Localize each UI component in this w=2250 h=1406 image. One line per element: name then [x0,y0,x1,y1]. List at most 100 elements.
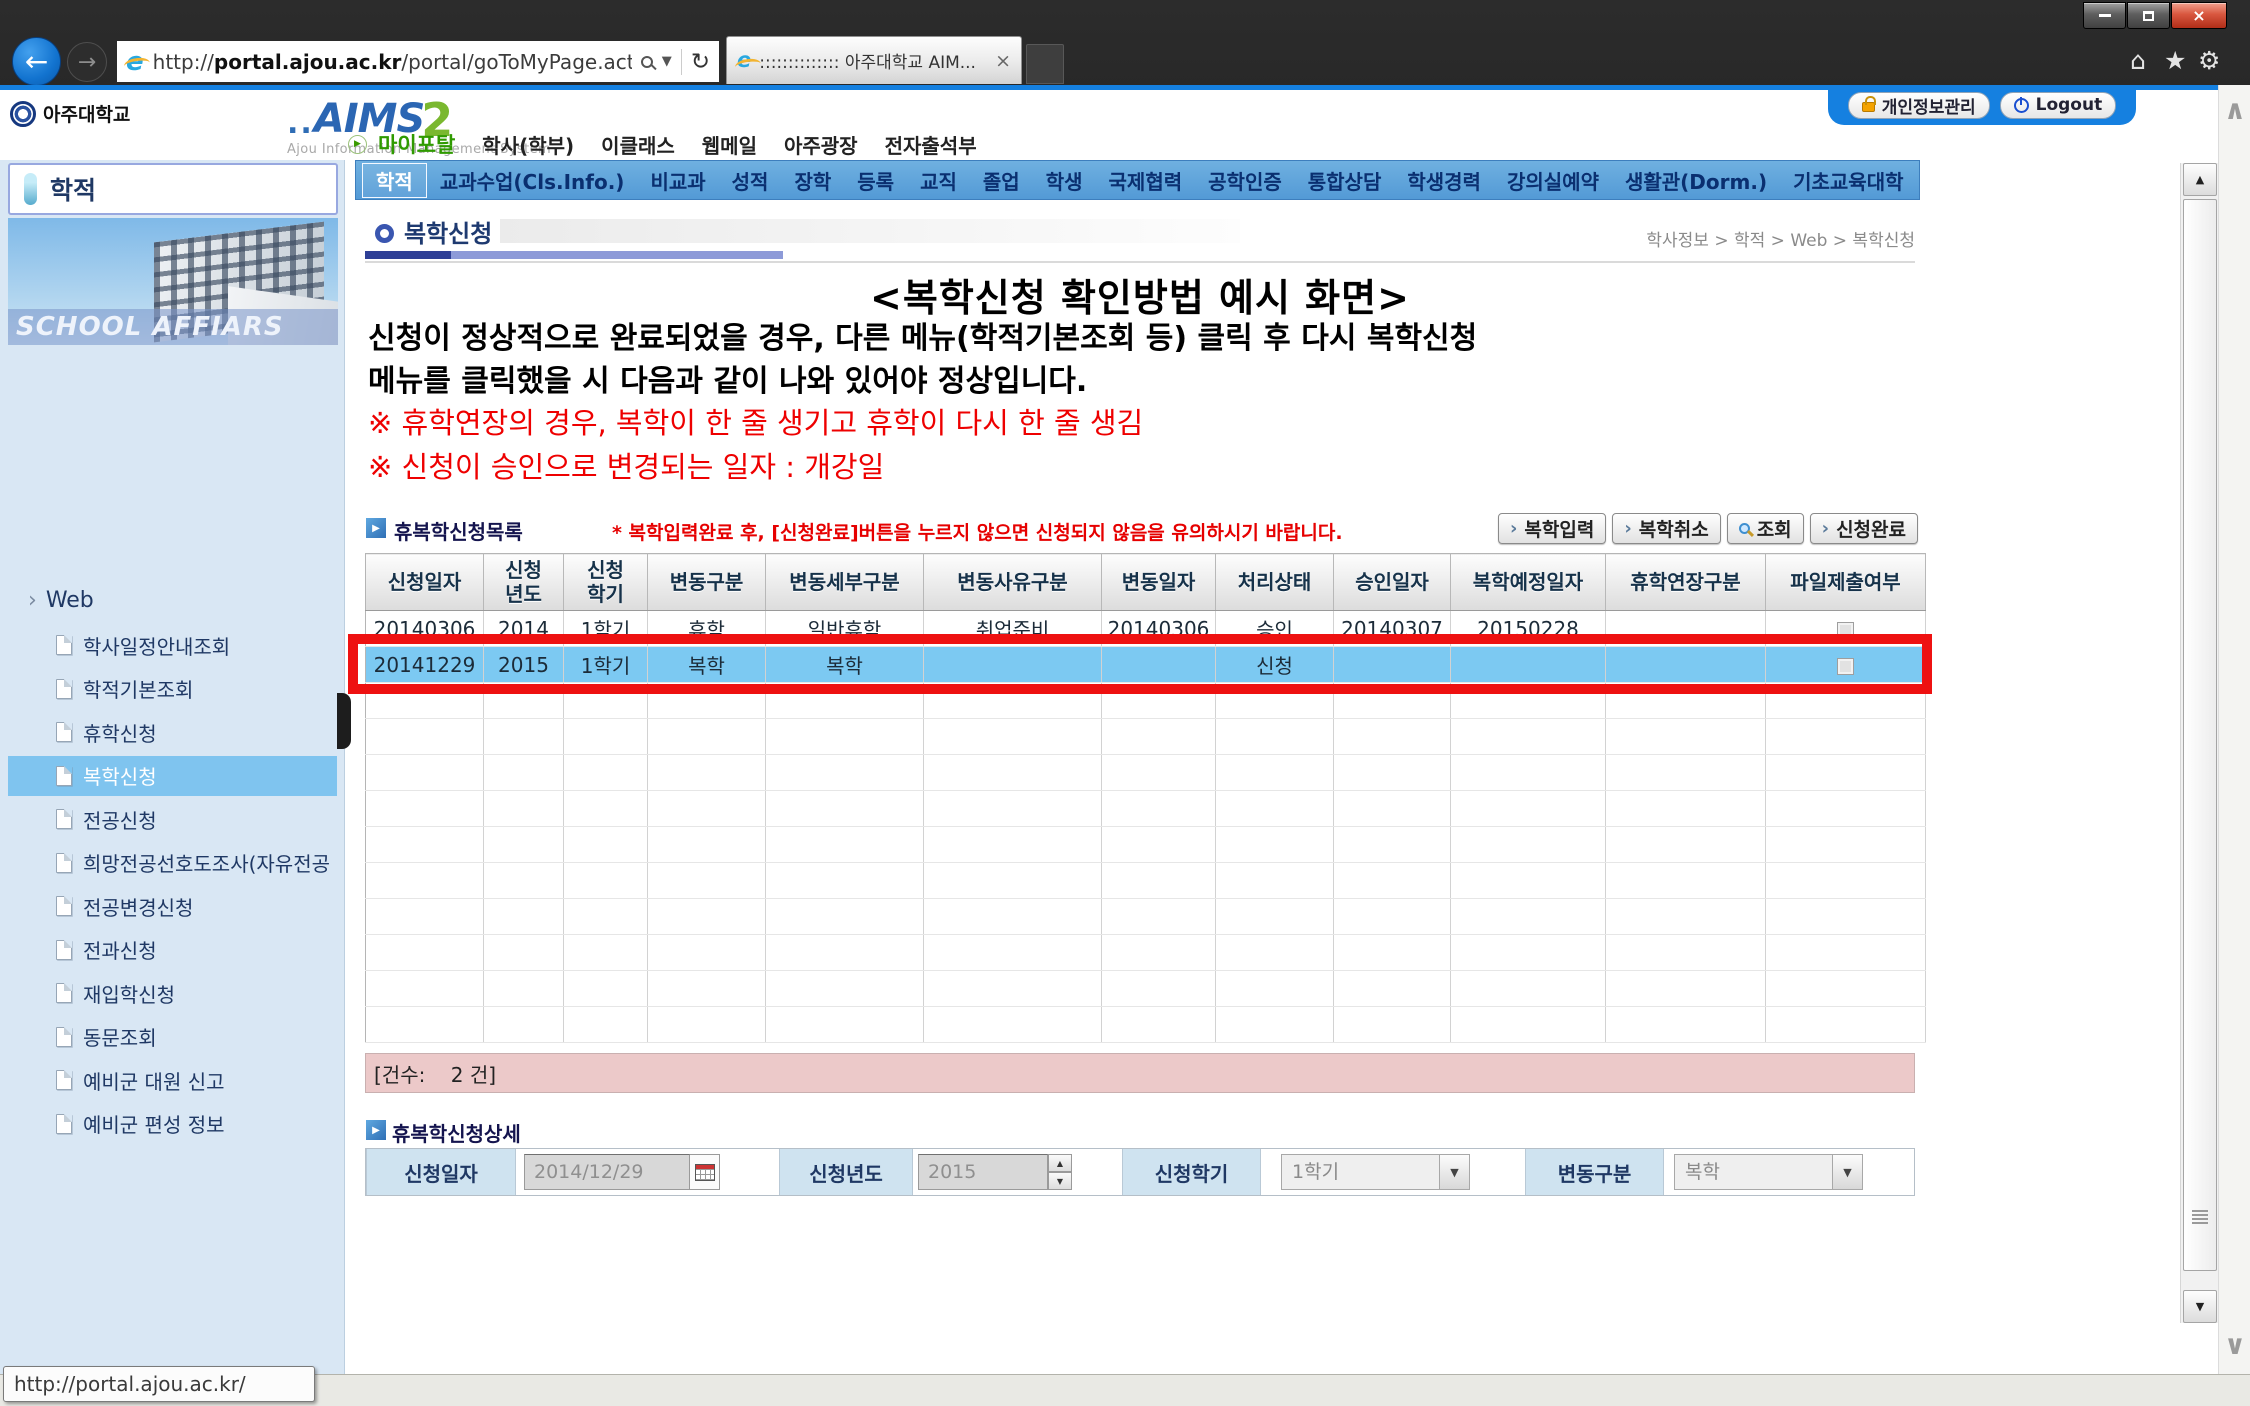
browser-scroll-up-icon[interactable]: ∧ [2219,95,2250,126]
browser-scrollbar[interactable]: ∧ ∨ [2218,85,2250,1374]
sidebar-item[interactable]: 전공변경신청 [8,886,337,926]
table-row-empty [366,755,1926,791]
lock-icon [1862,102,1875,112]
sidebar-item[interactable]: 휴학신청 [8,712,337,752]
column-header: 파일제출여부 [1766,554,1926,611]
scroll-down-icon: ▼ [2196,1300,2204,1313]
nav-item[interactable]: 비교과 [637,164,718,197]
nav-item[interactable]: 공학인증 [1195,164,1295,197]
scrollbar-thumb[interactable] [2183,199,2217,1271]
power-icon [2014,98,2029,113]
portal-link-4[interactable]: 웹메일 [702,130,757,159]
nav-item[interactable]: 학생경력 [1394,164,1494,197]
sidebar-item[interactable]: 전공신청 [8,799,337,839]
portal-link-2[interactable]: 학사(학부) [482,130,574,159]
nav-item[interactable]: 생활관(Dorm.) [1612,164,1780,197]
spinner-down-icon[interactable]: ▼ [1048,1172,1072,1190]
column-header: 변동일자 [1102,554,1216,611]
pill-icon [24,173,37,205]
field-label-change-type: 변동구분 [1525,1149,1664,1195]
sidebar-item-label: 재입학신청 [83,979,175,1008]
sidebar-item[interactable]: 학사일정안내조회 [8,625,337,665]
sidebar-item-label: 학사일정안내조회 [83,631,230,660]
nav-item[interactable]: 졸업 [970,164,1033,197]
minimize-button[interactable] [2083,2,2126,29]
nav-item[interactable]: 학생 [1033,164,1096,197]
nav-item[interactable]: 학적 [362,163,427,198]
portal-link-5[interactable]: 아주광장 [784,130,858,159]
column-header: 변동구분 [648,554,766,611]
notice-line-1: 신청이 정상적으로 완료되었을 경우, 다른 메뉴(학적기본조회 등) 클릭 후… [368,313,1477,357]
nav-item[interactable]: 등록 [844,164,907,197]
search-dropdown-icon[interactable]: ▼ [662,54,672,69]
sidebar-item[interactable]: 전과신청 [8,930,337,970]
search-button[interactable]: 조회 [1727,513,1804,544]
nav-item[interactable]: 성적 [719,164,782,197]
favorites-star-icon[interactable]: ★ [2164,46,2186,75]
nav-item[interactable]: 장학 [781,164,844,197]
record-count-bar: [건수: 2 건] [365,1053,1915,1093]
tab-title: :::::::::::::: 아주대학교 AIM... [759,48,987,73]
sidebar-item-label: 동문조회 [83,1022,157,1051]
nav-item[interactable]: 교직 [907,164,970,197]
nav-item[interactable]: 강의실예약 [1494,164,1612,197]
browser-scroll-down-icon[interactable]: ∨ [2219,1330,2250,1361]
apply-year-spinner[interactable]: ▲▼ [1048,1154,1072,1190]
action-button[interactable]: ›복학입력 [1498,513,1606,544]
dropdown-arrow-icon: ▼ [1439,1155,1469,1189]
settings-gear-icon[interactable]: ⚙ [2198,46,2220,75]
section-icon [366,1120,386,1140]
sidebar-item[interactable]: 복학신청 [8,756,337,796]
browser-tab[interactable]: e :::::::::::::: 아주대학교 AIM... × [726,36,1022,84]
new-tab-stub[interactable] [1026,44,1064,84]
portal-link-6[interactable]: 전자출석부 [885,130,977,159]
search-icon[interactable] [641,56,653,68]
action-button[interactable]: ›복학취소 [1612,513,1720,544]
nav-item[interactable]: 기초교육대학 [1780,164,1916,197]
portal-link-3[interactable]: 이클래스 [601,130,675,159]
inner-scrollbar[interactable]: ▲ ▼ [2180,163,2218,1323]
sidebar-item[interactable]: 학적기본조회 [8,669,337,709]
portal-link-1[interactable]: 마이포탈 [378,129,455,159]
privacy-button[interactable]: 개인정보관리 [1848,92,1990,119]
nav-item[interactable]: 국제협력 [1096,164,1196,197]
change-type-select[interactable]: 복학▼ [1674,1154,1863,1190]
forward-button[interactable]: → [67,42,107,82]
title-underline-mid [451,251,783,259]
action-button[interactable]: ›신청완료 [1810,513,1918,544]
restore-button[interactable] [2127,2,2170,29]
detail-form: 신청일자2014/12/29신청년도2015▲▼신청학기1학기▼변동구분복학▼ [365,1148,1915,1196]
back-button[interactable]: ← [12,37,61,86]
sidebar-collapse-handle[interactable] [337,693,351,749]
sidebar-item[interactable]: 동문조회 [8,1017,337,1057]
button-label: Logout [2036,95,2103,115]
apply-date-input[interactable]: 2014/12/29 [524,1154,690,1190]
sidebar-item[interactable]: 예비군 편성 정보 [8,1104,337,1144]
apply-year-input[interactable]: 2015 [918,1154,1048,1190]
address-bar[interactable]: e http://portal.ajou.ac.kr/portal/goToMy… [116,40,720,83]
close-icon: × [2192,6,2205,25]
spinner-up-icon[interactable]: ▲ [1048,1154,1072,1172]
sidebar-item[interactable]: 예비군 대원 신고 [8,1060,337,1100]
university-logo[interactable]: 아주대학교 [10,100,130,127]
sidebar-item[interactable]: 희망전공선호도조사(자유전공 [8,843,337,883]
browser-window: × ← → e http://portal.ajou.ac.kr/portal/… [0,0,2250,1406]
column-header: 신청 학기 [564,554,648,611]
notice-red-2: ※ 신청이 승인으로 변경되는 일자 : 개강일 [368,444,884,486]
nav-item[interactable]: 교과수업(Cls.Info.) [427,164,638,197]
apply-semester-select[interactable]: 1학기▼ [1281,1154,1470,1190]
home-icon[interactable]: ⌂ [2130,46,2146,75]
document-icon [56,766,72,786]
logout-button[interactable]: Logout [2000,92,2117,119]
tab-close-icon[interactable]: × [995,50,1011,72]
sidebar-group-web[interactable]: Web [28,588,94,613]
close-button[interactable]: × [2171,2,2227,29]
scroll-down-button[interactable]: ▼ [2183,1290,2217,1323]
refresh-icon[interactable]: ↻ [691,49,710,75]
document-icon [56,1027,72,1047]
page-content: 아주대학교 .. AIMS 2 Ajou Information Managem… [0,85,2218,1374]
calendar-button[interactable] [690,1154,720,1190]
sidebar-item[interactable]: 재입학신청 [8,973,337,1013]
scroll-up-button[interactable]: ▲ [2183,163,2217,196]
nav-item[interactable]: 통합상담 [1295,164,1395,197]
